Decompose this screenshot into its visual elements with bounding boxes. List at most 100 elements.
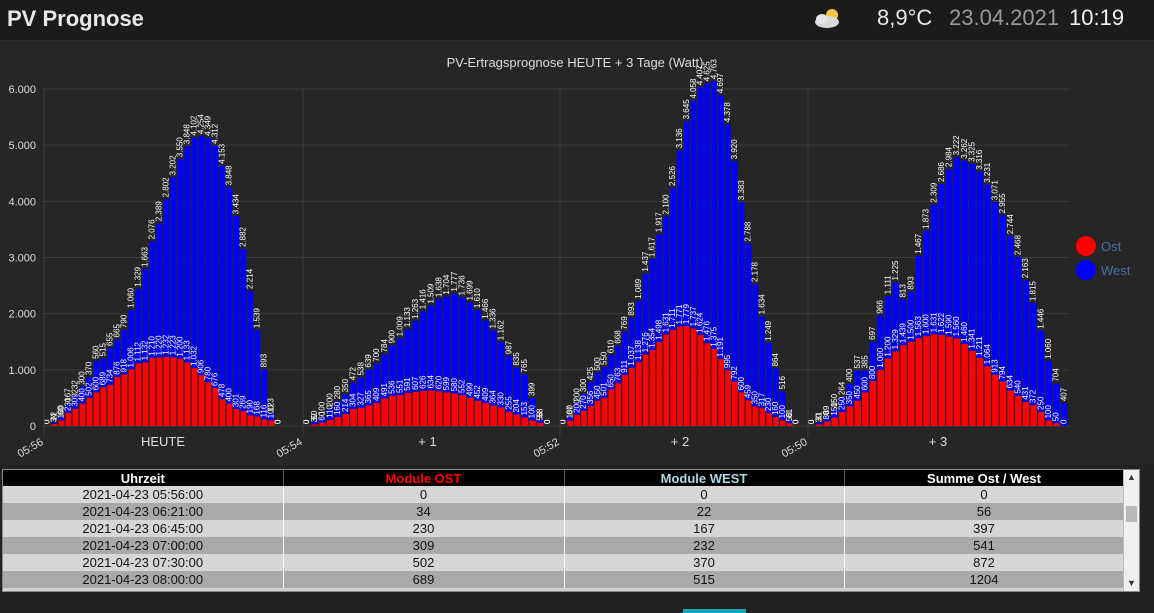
table-row[interactable]: 2021-04-23 07:30:00 502 370 872 (3, 554, 1125, 571)
app-title: PV Prognose (7, 6, 144, 31)
ost-bar (656, 341, 663, 426)
ost-bar (908, 341, 915, 426)
y-tick-label: 3.000 (8, 253, 36, 265)
ost-bar (953, 338, 961, 426)
west-data-label: 4.312 (211, 123, 220, 144)
ost-bar (670, 329, 676, 426)
ost-bar (1022, 401, 1030, 426)
current-time: 10:19 (1069, 5, 1125, 30)
west-bar (969, 163, 976, 351)
table-header-cell: Module OST (283, 470, 565, 486)
scroll-up-icon[interactable]: ▲ (1124, 470, 1139, 485)
legend-label: Ost (1101, 239, 1122, 254)
ost-bar (690, 328, 697, 426)
west-data-label: 1.249 (764, 320, 773, 341)
table-row[interactable]: 2021-04-23 06:21:00 34 22 56 (3, 503, 1125, 520)
ost-bar (567, 420, 574, 426)
ost-bar (58, 420, 65, 426)
table-row[interactable]: 2021-04-23 07:00:00 309 232 541 (3, 537, 1125, 554)
ost-bar (474, 400, 482, 426)
west-data-label: 765 (520, 359, 529, 373)
ost-bar (930, 334, 938, 426)
y-tick-label: 6.000 (8, 84, 36, 96)
west-data-label: 2.802 (162, 177, 171, 198)
table-row[interactable]: 2021-04-23 06:45:00 230 167 397 (3, 520, 1125, 537)
ost-bar (976, 357, 984, 426)
day-label: + 3 (929, 434, 947, 449)
west-bar (984, 184, 991, 367)
west-data-label: 2.744 (1006, 214, 1015, 235)
west-bar (184, 146, 191, 363)
west-data-label: 987 (504, 340, 513, 354)
west-data-label: 3.645 (682, 99, 691, 120)
ost-bar (191, 368, 198, 426)
ost-bar (72, 408, 79, 426)
table-row[interactable]: 2021-04-23 05:56:00 0 0 0 (3, 486, 1125, 503)
y-tick-label: 0 (30, 421, 36, 433)
west-bar (677, 150, 683, 327)
table-cell: 2021-04-23 05:56:00 (3, 486, 284, 503)
table-row[interactable]: 2021-04-23 08:00:00 689 515 1204 (3, 571, 1125, 588)
temperature: 8,9°C (877, 5, 933, 30)
west-data-label: 2.882 (239, 226, 248, 247)
ost-bar (149, 358, 156, 426)
west-data-label: 893 (260, 353, 269, 367)
table-cell: 2021-04-23 07:00:00 (3, 537, 284, 554)
west-data-label: 966 (876, 300, 885, 314)
west-data-label: 2.788 (744, 221, 753, 242)
west-data-label: 0 (543, 419, 552, 424)
ost-bar (594, 400, 601, 426)
ost-bar (697, 334, 704, 426)
ost-bar (752, 406, 759, 426)
ost-bar (900, 345, 907, 426)
west-bar (212, 145, 219, 389)
ost-bar (992, 374, 999, 426)
ost-bar (984, 366, 991, 426)
ost-bar (100, 387, 107, 426)
table-cell: 309 (283, 537, 565, 554)
west-bar (226, 187, 233, 404)
west-data-label: 2.389 (155, 201, 164, 222)
table-cell: 230 (283, 520, 565, 537)
forecast-table: Uhrzeit Module OST Module WEST Summe Ost / … (3, 470, 1125, 588)
table-cell: 397 (844, 520, 1125, 537)
legend-marker (1076, 236, 1096, 256)
ost-bar (892, 351, 900, 426)
ost-bar (677, 326, 683, 426)
ost-bar (969, 350, 976, 426)
y-tick-label: 2.000 (8, 309, 36, 321)
west-data-label: 2.163 (1021, 258, 1030, 279)
table-cell: 22 (564, 503, 845, 520)
table-header-cell: Summe Ost / West (844, 470, 1125, 486)
west-data-label: 1.225 (891, 260, 900, 281)
ost-bar (961, 343, 968, 426)
west-data-label: 2.309 (929, 182, 938, 203)
x-time-label: 05:56 (16, 436, 46, 460)
west-data-label: 790 (120, 314, 129, 328)
west-data-label: 1.663 (141, 246, 150, 267)
scroll-down-icon[interactable]: ▼ (1124, 576, 1139, 591)
ost-bar (205, 382, 212, 426)
ost-bar (381, 398, 388, 426)
west-bar (961, 160, 968, 344)
ost-bar (581, 410, 587, 426)
west-data-label: 1.329 (134, 266, 143, 287)
west-data-label: 407 (1059, 387, 1068, 401)
ost-bar (261, 419, 268, 426)
west-data-label: 668 (613, 330, 622, 344)
west-data-label: 1.060 (1044, 338, 1053, 359)
table-cell: 541 (844, 537, 1125, 554)
ost-bar (51, 424, 58, 426)
table-header-row: Uhrzeit Module OST Module WEST Summe Ost / … (3, 470, 1125, 486)
top-bar: PV Prognose 8,9°C 23.04.2021 10:19 (0, 0, 1154, 41)
table-header-cell: Module WEST (564, 470, 845, 486)
ost-bar (65, 413, 72, 426)
table-scrollbar[interactable]: ▲ ▼ (1123, 470, 1139, 591)
west-data-label: 864 (771, 353, 780, 367)
ost-bar (435, 391, 443, 426)
west-bar (1007, 236, 1014, 391)
scrollbar-thumb[interactable] (1126, 506, 1137, 522)
ost-bar (636, 362, 642, 426)
forecast-table-container[interactable]: Uhrzeit Module OST Module WEST Summe Ost / … (2, 469, 1140, 592)
ost-bar (846, 406, 854, 426)
